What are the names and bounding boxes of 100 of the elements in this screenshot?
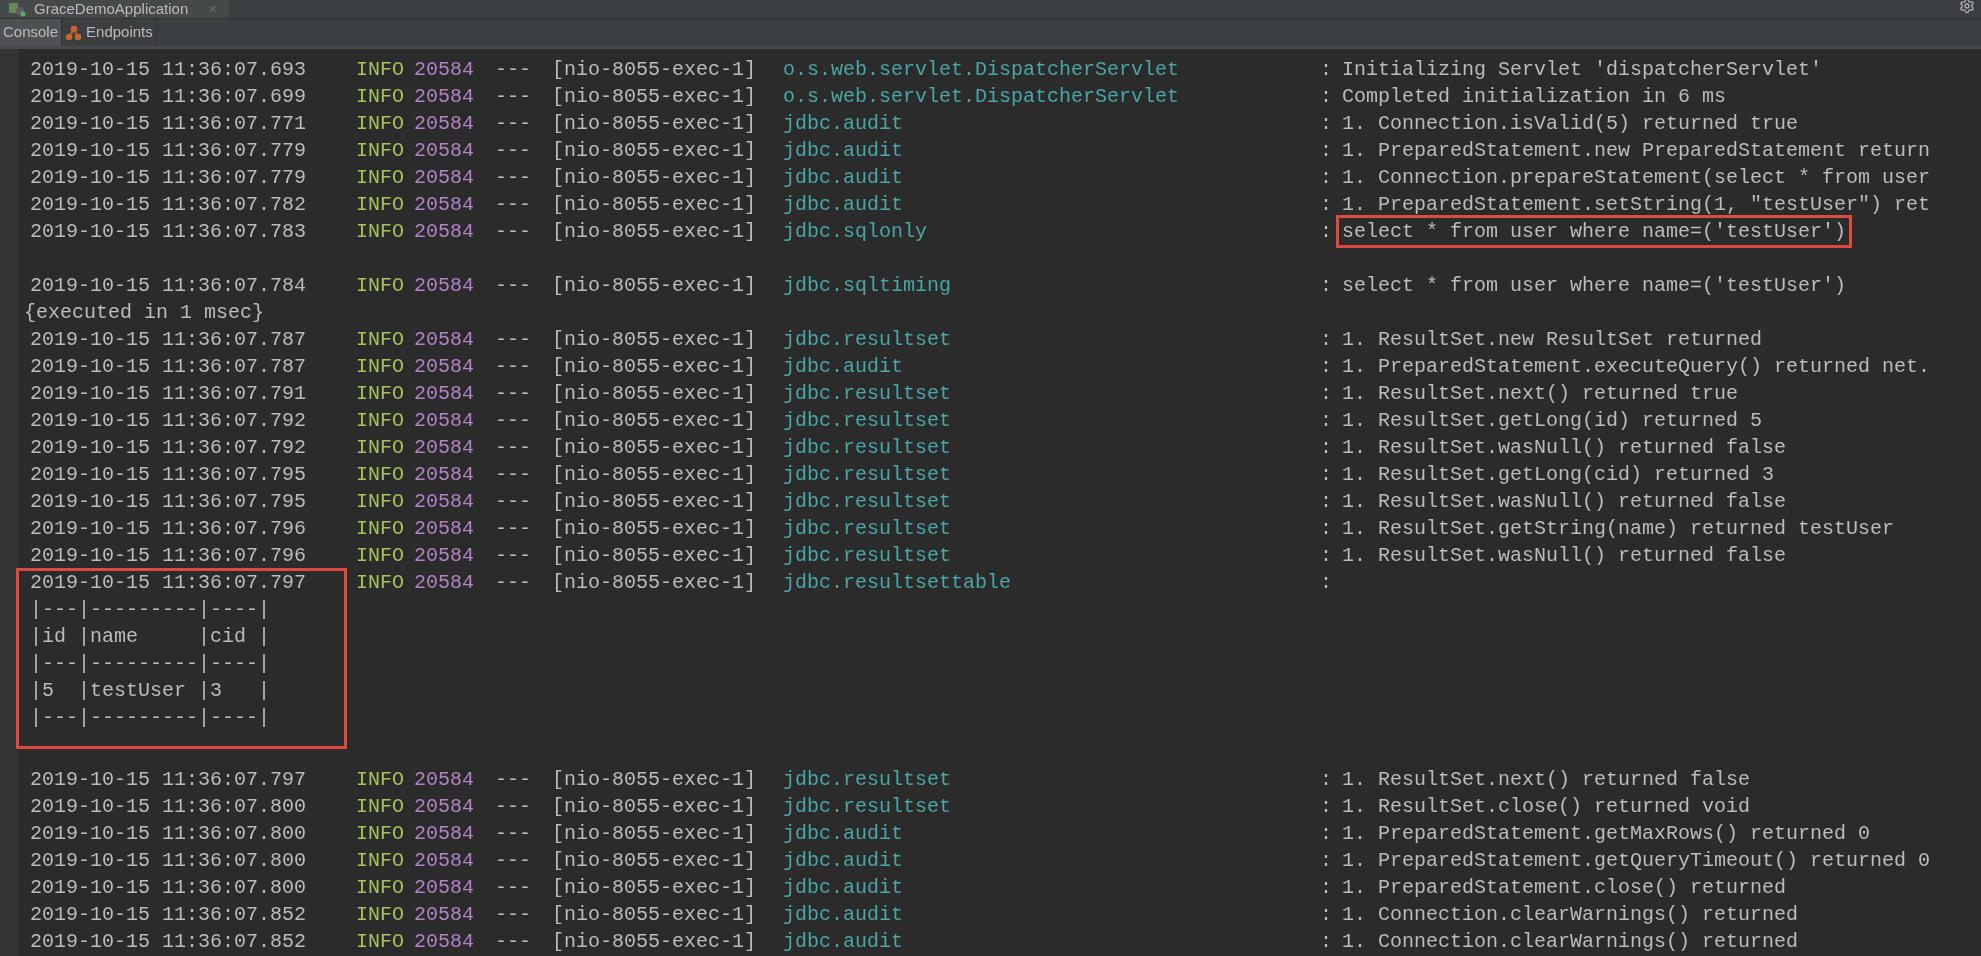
log-level: INFO: [356, 111, 405, 137]
log-colon: :: [1320, 111, 1333, 137]
thread-name: [nio-8055-exec-1]: [552, 767, 758, 793]
log-colon: :: [1320, 794, 1333, 820]
process-id: 20584: [414, 821, 475, 847]
log-separator: ---: [495, 848, 532, 874]
log-timestamp: 2019-10-15 11:36:07.795: [30, 462, 308, 488]
process-id: 20584: [414, 848, 475, 874]
log-separator: ---: [495, 929, 532, 955]
thread-name: [nio-8055-exec-1]: [552, 489, 758, 515]
log-level: INFO: [356, 435, 405, 461]
log-message: 1. ResultSet.next() returned true: [1342, 381, 1739, 407]
log-level: INFO: [356, 848, 405, 874]
log-colon: :: [1320, 57, 1333, 83]
log-timestamp: 2019-10-15 11:36:07.779: [30, 165, 308, 191]
log-timestamp: 2019-10-15 11:36:07.800: [30, 875, 308, 901]
logger-name: jdbc.resultsettable: [783, 570, 1013, 596]
log-separator: ---: [495, 138, 532, 164]
log-level: INFO: [356, 929, 405, 955]
log-timestamp: 2019-10-15 11:36:07.852: [30, 902, 308, 928]
log-level: INFO: [356, 192, 405, 218]
tool-tab[interactable]: Console: [0, 19, 63, 46]
log-separator: ---: [495, 381, 532, 407]
thread-name: [nio-8055-exec-1]: [552, 138, 758, 164]
log-separator: ---: [495, 57, 532, 83]
process-id: 20584: [414, 381, 475, 407]
process-id: 20584: [414, 327, 475, 353]
thread-name: [nio-8055-exec-1]: [552, 192, 758, 218]
thread-name: [nio-8055-exec-1]: [552, 57, 758, 83]
ascii-table-line: |5 |testUser |3 |: [30, 678, 271, 704]
log-message: 1. PreparedStatement.getQueryTimeout() returned 0: [1342, 848, 1931, 874]
log-level: INFO: [356, 57, 405, 83]
process-id: 20584: [414, 435, 475, 461]
log-timestamp: 2019-10-15 11:36:07.791: [30, 381, 308, 407]
settings-icon[interactable]: [1959, 0, 1975, 14]
log-colon: :: [1320, 192, 1333, 218]
highlighted-log-message: select * from user where name=('testUser'): [1336, 215, 1853, 248]
log-level: INFO: [356, 875, 405, 901]
logger-name: jdbc.sqltiming: [783, 273, 953, 299]
log-message: select * from user where name=('testUser'): [1342, 273, 1847, 299]
log-colon: :: [1320, 570, 1333, 596]
thread-name: [nio-8055-exec-1]: [552, 794, 758, 820]
app-run-icon: [8, 3, 26, 17]
logger-name: jdbc.resultset: [783, 408, 953, 434]
log-colon: :: [1320, 408, 1333, 434]
process-id: 20584: [414, 219, 475, 245]
log-separator: ---: [495, 327, 532, 353]
log-colon: :: [1320, 84, 1333, 110]
log-separator: ---: [495, 219, 532, 245]
log-timestamp: 2019-10-15 11:36:07.782: [30, 192, 308, 218]
thread-name: [nio-8055-exec-1]: [552, 543, 758, 569]
logger-name: jdbc.audit: [783, 821, 905, 847]
ascii-table-line: |id |name |cid |: [30, 624, 271, 650]
log-level: INFO: [356, 273, 405, 299]
log-timestamp: 2019-10-15 11:36:07.795: [30, 489, 308, 515]
logger-name: o.s.web.servlet.DispatcherServlet: [783, 84, 1181, 110]
tool-tab[interactable]: Endpoints: [62, 19, 157, 46]
log-message: 1. ResultSet.wasNull() returned false: [1342, 543, 1787, 569]
log-timestamp: 2019-10-15 11:36:07.796: [30, 543, 308, 569]
process-id: 20584: [414, 354, 475, 380]
process-id: 20584: [414, 516, 475, 542]
log-message: 1. ResultSet.wasNull() returned false: [1342, 435, 1787, 461]
log-timestamp: 2019-10-15 11:36:07.783: [30, 219, 308, 245]
logger-name: jdbc.resultset: [783, 767, 953, 793]
log-message: 1. PreparedStatement.setString(1, "testUser") ret: [1342, 192, 1931, 218]
log-timestamp: 2019-10-15 11:36:07.787: [30, 354, 308, 380]
process-id: 20584: [414, 408, 475, 434]
log-message: 1. PreparedStatement.executeQuery() returned net.: [1342, 354, 1931, 380]
log-timestamp: 2019-10-15 11:36:07.787: [30, 327, 308, 353]
log-colon: :: [1320, 381, 1333, 407]
run-config-tab[interactable]: GraceDemoApplication ×: [0, 0, 229, 18]
log-level: INFO: [356, 570, 405, 596]
logger-name: jdbc.audit: [783, 875, 905, 901]
log-level: INFO: [356, 381, 405, 407]
log-colon: :: [1320, 462, 1333, 488]
process-id: 20584: [414, 543, 475, 569]
log-message: 1. Connection.isValid(5) returned true: [1342, 111, 1799, 137]
log-level: INFO: [356, 84, 405, 110]
thread-name: [nio-8055-exec-1]: [552, 848, 758, 874]
thread-name: [nio-8055-exec-1]: [552, 875, 758, 901]
log-message: 1. Connection.clearWarnings() returned: [1342, 929, 1799, 955]
log-separator: ---: [495, 794, 532, 820]
log-level: INFO: [356, 767, 405, 793]
logger-name: jdbc.resultset: [783, 489, 953, 515]
log-colon: :: [1320, 875, 1333, 901]
logger-name: jdbc.sqlonly: [783, 219, 929, 245]
process-id: 20584: [414, 902, 475, 928]
process-id: 20584: [414, 875, 475, 901]
log-colon: :: [1320, 902, 1333, 928]
logger-name: jdbc.audit: [783, 848, 905, 874]
thread-name: [nio-8055-exec-1]: [552, 929, 758, 955]
log-colon: :: [1320, 543, 1333, 569]
log-timestamp: 2019-10-15 11:36:07.800: [30, 848, 308, 874]
log-timestamp: 2019-10-15 11:36:07.800: [30, 794, 308, 820]
ascii-table-line: |---|---------|----|: [30, 597, 271, 623]
log-colon: :: [1320, 273, 1333, 299]
thread-name: [nio-8055-exec-1]: [552, 354, 758, 380]
log-message: 1. ResultSet.wasNull() returned false: [1342, 489, 1787, 515]
logger-name: jdbc.resultset: [783, 381, 953, 407]
log-level: INFO: [356, 516, 405, 542]
